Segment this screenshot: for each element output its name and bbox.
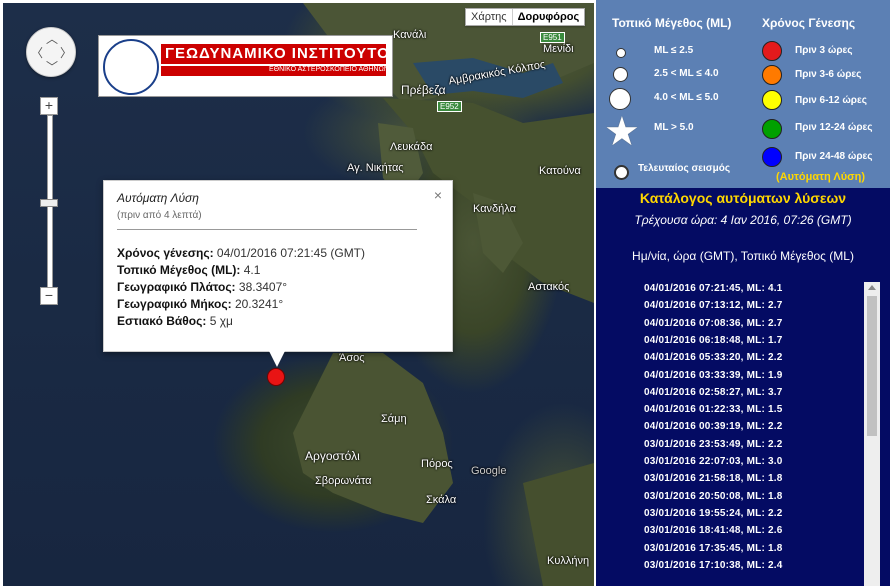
map-type-control: Χάρτης Δορυφόρος (465, 8, 586, 26)
logo-subtitle: ΕΘΝΙΚΟ ΑΣΤΕΡΟΣΚΟΠΕΙΟ ΑΘΗΝΩΝ (269, 66, 389, 73)
map-type-map-button[interactable]: Χάρτης (466, 9, 512, 25)
map-label-kanali: Κανάλι (393, 29, 427, 41)
catalog-entry[interactable]: 04/01/2016 06:18:48, ML: 1.7 (644, 335, 782, 346)
legend-time-2: Πριν 3-6 ώρες (795, 69, 862, 80)
zoom-in-button[interactable]: + (40, 97, 58, 115)
medium-circle-icon (613, 67, 628, 82)
catalog-entry[interactable]: 03/01/2016 21:58:18, ML: 1.8 (644, 473, 782, 484)
catalog-entry[interactable]: 04/01/2016 05:33:20, ML: 2.2 (644, 352, 782, 363)
legend-magnitude-title: Τοπικό Μέγεθος (ML) (612, 16, 732, 30)
legend-mag-2: 2.5 < ML ≤ 4.0 (654, 68, 719, 79)
popup-title: Αυτόματη Λύση (117, 191, 199, 205)
map-label-skala: Σκάλα (426, 494, 457, 506)
pan-control[interactable]: ︿ ﹀ 〈 〉 (26, 27, 76, 77)
pan-left-icon[interactable]: 〈 (31, 44, 43, 61)
red-dot-icon (762, 41, 782, 61)
blue-dot-icon (762, 147, 782, 167)
scroll-up-icon[interactable] (868, 285, 876, 290)
star-icon: ★ (604, 110, 640, 154)
legend-time-5: Πριν 24-48 ώρες (795, 151, 873, 162)
map-label-menidi: Μενίδι (543, 43, 574, 55)
popup-row-origin-time: Χρόνος γένεσης: 04/01/2016 07:21:45 (GMT… (117, 246, 366, 260)
small-circle-icon (616, 48, 626, 58)
catalog-entry[interactable]: 04/01/2016 00:39:19, ML: 2.2 (644, 421, 782, 432)
map-label-argostoli: Αργοστόλι (305, 449, 360, 463)
popup-row-latitude: Γεωγραφικό Πλάτος: 38.3407° (117, 280, 288, 294)
catalog-entry[interactable]: 04/01/2016 07:08:36, ML: 2.7 (644, 318, 782, 329)
earthquake-info-popup: Αυτόματη Λύση (πριν από 4 λεπτά) × Χρόνο… (103, 180, 453, 367)
map-label-astakos: Αστακός (528, 281, 570, 293)
legend-mag-4: ML > 5.0 (654, 122, 694, 133)
scrollbar-thumb[interactable] (867, 296, 877, 436)
close-icon[interactable]: × (434, 187, 442, 203)
map-label-kyllini: Κυλλήνη (547, 555, 590, 567)
map-label-katouna: Κατούνα (539, 165, 581, 177)
side-panel: Τοπικό Μέγεθος (ML) Χρόνος Γένεσης ML ≤ … (596, 0, 890, 586)
pan-up-icon[interactable]: ︿ (46, 30, 58, 47)
scrollbar[interactable] (864, 282, 880, 586)
catalog-list: 04/01/2016 07:21:45, ML: 4.1 04/01/2016 0… (596, 281, 890, 586)
google-watermark: Google (471, 465, 507, 477)
observatory-seal-icon (103, 39, 159, 95)
catalog-entry[interactable]: 03/01/2016 22:07:03, ML: 3.0 (644, 456, 782, 467)
catalog-entry[interactable]: 04/01/2016 07:13:12, ML: 2.7 (644, 300, 782, 311)
current-time: Τρέχουσα ώρα: 4 Ιαν 2016, 07:26 (GMT) (634, 213, 852, 227)
map-label-asos: Άσος (339, 352, 365, 364)
catalog-entry[interactable]: 04/01/2016 07:21:45, ML: 4.1 (644, 283, 782, 294)
institute-logo: ΓΕΩΔΥΝΑΜΙΚΟ ΙΝΣΤΙΤΟΥΤΟ ΕΘΝΙΚΟ ΑΣΤΕΡΟΣΚΟΠ… (98, 35, 393, 97)
large-circle-icon (609, 88, 631, 110)
map-label-preveza: Πρέβεζα (401, 83, 446, 97)
road-badge-e951: E951 (540, 32, 565, 43)
catalog-entry[interactable]: 03/01/2016 17:10:38, ML: 2.4 (644, 560, 782, 571)
legend-auto-note: (Αυτόματη Λύση) (776, 171, 866, 183)
legend-time-4: Πριν 12-24 ώρες (795, 122, 873, 133)
map-type-satellite-button[interactable]: Δορυφόρος (511, 9, 585, 25)
logo-name: ΓΕΩΔΥΝΑΜΙΚΟ ΙΝΣΤΙΤΟΥΤΟ (165, 45, 390, 62)
popup-row-depth: Εστιακό Βάθος: 5 χμ (117, 314, 233, 328)
yellow-dot-icon (762, 90, 782, 110)
catalog-entry[interactable]: 03/01/2016 18:41:48, ML: 2.6 (644, 525, 782, 536)
map-label-kandila: Κανδήλα (473, 203, 516, 215)
map-label-sami: Σάμη (381, 413, 407, 425)
map-label-lefkada: Λευκάδα (390, 141, 433, 153)
map-label-poros: Πόρος (421, 458, 453, 470)
map-view[interactable]: Κανάλι Μενίδι Αμβρακικός Κόλπος Πρέβεζα … (3, 3, 594, 586)
popup-subtitle: (πριν από 4 λεπτά) (117, 210, 202, 221)
catalog-entry[interactable]: 03/01/2016 20:50:08, ML: 1.8 (644, 491, 782, 502)
catalog-entry[interactable]: 04/01/2016 03:33:39, ML: 1.9 (644, 370, 782, 381)
pan-right-icon[interactable]: 〉 (60, 44, 72, 61)
legend-mag-3: 4.0 < ML ≤ 5.0 (654, 92, 719, 103)
zoom-slider-thumb[interactable] (40, 199, 58, 207)
popup-row-magnitude: Τοπικό Μέγεθος (ML): 4.1 (117, 263, 261, 277)
legend-time-title: Χρόνος Γένεσης (762, 16, 856, 30)
legend: Τοπικό Μέγεθος (ML) Χρόνος Γένεσης ML ≤ … (596, 0, 890, 188)
earthquake-marker[interactable] (267, 368, 285, 386)
catalog-entry[interactable]: 04/01/2016 01:22:33, ML: 1.5 (644, 404, 782, 415)
legend-time-3: Πριν 6-12 ώρες (795, 95, 867, 106)
zoom-control: + − (40, 97, 60, 307)
zoom-out-button[interactable]: − (40, 287, 58, 305)
legend-mag-1: ML ≤ 2.5 (654, 45, 694, 56)
legend-last-quake: Τελευταίος σεισμός (638, 163, 731, 174)
popup-divider (117, 229, 417, 230)
map-label-ag-nikitas: Αγ. Νικήτας (347, 162, 404, 174)
catalog-entry[interactable]: 04/01/2016 02:58:27, ML: 3.7 (644, 387, 782, 398)
catalog-title: Κατάλογος αυτόματων λύσεων (639, 190, 847, 206)
orange-dot-icon (762, 65, 782, 85)
road-badge-e952: E952 (437, 101, 462, 112)
legend-time-1: Πριν 3 ώρες (795, 45, 853, 56)
catalog-entry[interactable]: 03/01/2016 23:53:49, ML: 2.2 (644, 439, 782, 450)
popup-row-longitude: Γεωγραφικό Μήκος: 20.3241° (117, 297, 284, 311)
pan-down-icon[interactable]: ﹀ (46, 58, 58, 75)
catalog-columns: Ημ/νία, ώρα (GMT), Τοπικό Μέγεθος (ML) (632, 249, 854, 263)
last-quake-icon (614, 165, 629, 180)
catalog-entry[interactable]: 03/01/2016 19:55:24, ML: 2.2 (644, 508, 782, 519)
green-dot-icon (762, 119, 782, 139)
catalog-entry[interactable]: 03/01/2016 17:35:45, ML: 1.8 (644, 543, 782, 554)
map-label-svoronata: Σβορωνάτα (315, 475, 372, 487)
